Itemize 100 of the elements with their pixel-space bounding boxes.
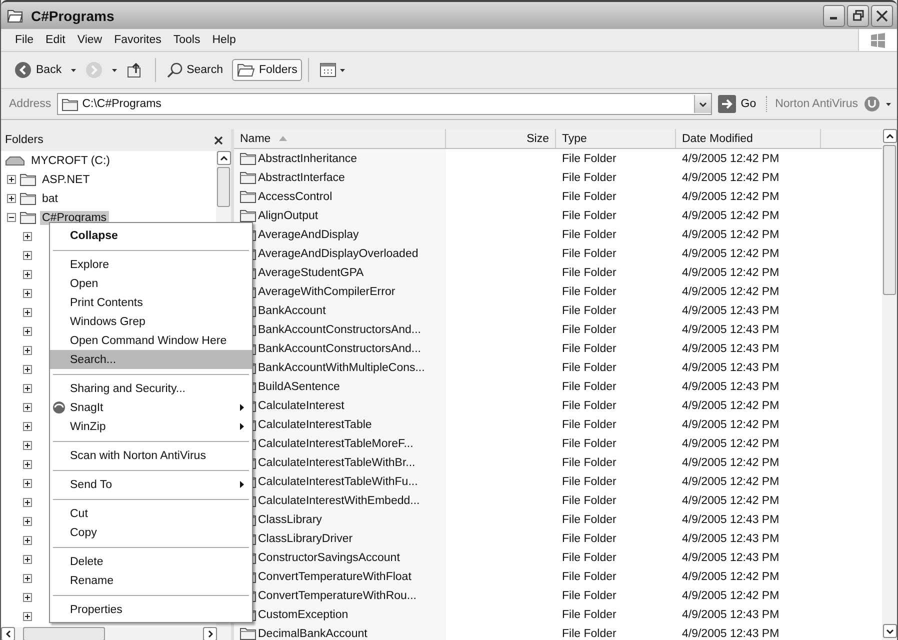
date-cell-text: 4/9/2005 12:42 PM	[681, 418, 780, 430]
menu-item[interactable]: Open	[50, 274, 252, 293]
menu-item[interactable]: Search...	[50, 350, 252, 369]
type-cell-text: File Folder	[561, 400, 618, 412]
menu-item[interactable]: Sharing and Security...	[50, 379, 252, 398]
file-name[interactable]: CalculateInterestWithEmbedd...	[258, 494, 420, 506]
menu-item[interactable]: SnagIt	[50, 398, 252, 417]
type-cell-text: File Folder	[561, 380, 618, 392]
file-name[interactable]: BuildASentence	[258, 380, 340, 392]
file-name[interactable]: AccessControl	[258, 190, 332, 202]
norton-toolbar-label[interactable]: Norton AntiVirus	[775, 98, 858, 110]
date-cell-text: 4/9/2005 12:43 PM	[681, 324, 780, 336]
go-button[interactable]: Go	[718, 95, 756, 113]
file-name[interactable]: CalculateInterestTableMoreF...	[258, 438, 414, 450]
menu-item[interactable]: Send To	[50, 475, 252, 494]
menu-item[interactable]: Print Contents	[50, 293, 252, 312]
tree-item[interactable]: MYCROFT (C:)	[29, 154, 112, 168]
file-name[interactable]: AbstractInheritance	[258, 152, 358, 164]
date-cell-text: 4/9/2005 12:42 PM	[681, 590, 780, 602]
type-cell-text: File Folder	[561, 286, 618, 298]
back-button[interactable]: Back	[9, 57, 67, 83]
menu-item[interactable]: Cut	[50, 504, 252, 523]
menu-item[interactable]: Scan with Norton AntiVirus	[50, 446, 252, 465]
file-name[interactable]: AverageStudentGPA	[258, 266, 364, 278]
menu-item[interactable]: Open Command Window Here	[50, 331, 252, 350]
menu-item[interactable]: WinZip	[50, 417, 252, 436]
date-cell-text: 4/9/2005 12:43 PM	[681, 342, 780, 354]
date-cell-text: 4/9/2005 12:43 PM	[681, 362, 780, 374]
file-name[interactable]: BankAccountConstructorsAnd...	[258, 342, 421, 354]
menu-item[interactable]: Delete	[50, 552, 252, 571]
search-button[interactable]: Search	[162, 58, 228, 82]
type-cell-text: File Folder	[561, 532, 618, 544]
date-cell-text: 4/9/2005 12:42 PM	[681, 400, 780, 412]
date-cell-text: 4/9/2005 12:42 PM	[681, 286, 780, 298]
type-cell-text: File Folder	[561, 476, 618, 488]
file-name[interactable]: AverageWithCompilerError	[258, 286, 396, 298]
date-cell-text: 4/9/2005 12:43 PM	[681, 380, 780, 392]
type-cell-text: File Folder	[561, 418, 618, 430]
menu-item[interactable]: Edit	[40, 32, 72, 48]
tree-item[interactable]: ASP.NET	[40, 172, 92, 186]
file-name[interactable]: BankAccount	[258, 304, 326, 316]
column-header[interactable]: Name	[234, 129, 446, 148]
file-name[interactable]: ConvertTemperatureWithFloat	[258, 570, 412, 582]
file-name[interactable]: AlignOutput	[258, 210, 318, 222]
file-name[interactable]: AverageAndDisplayOverloaded	[258, 248, 418, 260]
type-cell-text: File Folder	[561, 494, 618, 506]
folders-button[interactable]: Folders	[232, 59, 302, 81]
date-cell-text: 4/9/2005 12:43 PM	[681, 608, 780, 620]
type-cell-text: File Folder	[561, 342, 618, 354]
type-cell-text: File Folder	[561, 248, 618, 260]
type-cell-text: File Folder	[561, 304, 618, 316]
date-cell-text: 4/9/2005 12:42 PM	[681, 152, 780, 164]
menu-item[interactable]: Collapse	[50, 226, 252, 245]
file-name[interactable]: AverageAndDisplay	[258, 228, 359, 240]
type-cell-text: File Folder	[561, 570, 618, 582]
file-name[interactable]: CalculateInterestTable	[258, 418, 372, 430]
date-cell-text: 4/9/2005 12:42 PM	[681, 248, 780, 260]
file-name[interactable]: ClassLibraryDriver	[258, 532, 353, 544]
file-name[interactable]: ConvertTemperatureWithRou...	[258, 590, 417, 602]
column-header[interactable]: Type	[556, 129, 676, 148]
type-cell-text: File Folder	[561, 172, 618, 184]
menu-item[interactable]: Favorites	[108, 32, 168, 48]
type-cell-text: File Folder	[561, 228, 618, 240]
address-label: Address	[9, 98, 52, 110]
menu-item[interactable]: Copy	[50, 523, 252, 542]
file-name[interactable]: CalculateInterestTableWithFu...	[258, 476, 418, 488]
date-cell-text: 4/9/2005 12:42 PM	[681, 172, 780, 184]
file-name[interactable]: DecimalBankAccount	[258, 628, 368, 640]
file-name[interactable]: CustomException	[258, 608, 348, 620]
file-name[interactable]: ClassLibrary	[258, 514, 322, 526]
column-header[interactable]: Size	[446, 129, 556, 148]
type-cell-text: File Folder	[561, 628, 618, 640]
type-cell-text: File Folder	[561, 456, 618, 468]
menu-item[interactable]: Properties	[50, 600, 252, 619]
type-cell-text: File Folder	[561, 190, 618, 202]
file-name[interactable]: CalculateInterestTableWithBr...	[258, 456, 416, 468]
date-cell-text: 4/9/2005 12:42 PM	[681, 266, 780, 278]
date-cell-text: 4/9/2005 12:42 PM	[681, 228, 780, 240]
file-name[interactable]: BankAccountConstructorsAnd...	[258, 324, 421, 336]
tree-item[interactable]: bat	[40, 192, 60, 206]
menu-item[interactable]: Tools	[167, 32, 206, 48]
menu-item[interactable]: Help	[206, 32, 242, 48]
date-cell-text: 4/9/2005 12:43 PM	[681, 514, 780, 526]
file-name[interactable]: BankAccountWithMultipleCons...	[258, 362, 425, 374]
file-name[interactable]: CalculateInterest	[258, 400, 344, 412]
menu-item[interactable]: View	[71, 32, 108, 48]
type-cell-text: File Folder	[561, 362, 618, 374]
date-cell-text: 4/9/2005 12:42 PM	[681, 210, 780, 222]
menu-item[interactable]: Explore	[50, 255, 252, 274]
date-cell-text: 4/9/2005 12:43 PM	[681, 304, 780, 316]
date-cell-text: 4/9/2005 12:43 PM	[681, 532, 780, 544]
menu-item[interactable]: Rename	[50, 571, 252, 590]
column-header[interactable]: Date Modified	[676, 129, 821, 148]
type-cell-text: File Folder	[561, 514, 618, 526]
menu-item[interactable]: Windows Grep	[50, 312, 252, 331]
file-name[interactable]: AbstractInterface	[258, 172, 345, 184]
file-name[interactable]: ConstructorSavingsAccount	[258, 552, 400, 564]
address-field[interactable]: C:\C#Programs	[57, 93, 712, 115]
window-title: C#Programs	[31, 8, 116, 24]
menu-item[interactable]: File	[9, 32, 40, 48]
